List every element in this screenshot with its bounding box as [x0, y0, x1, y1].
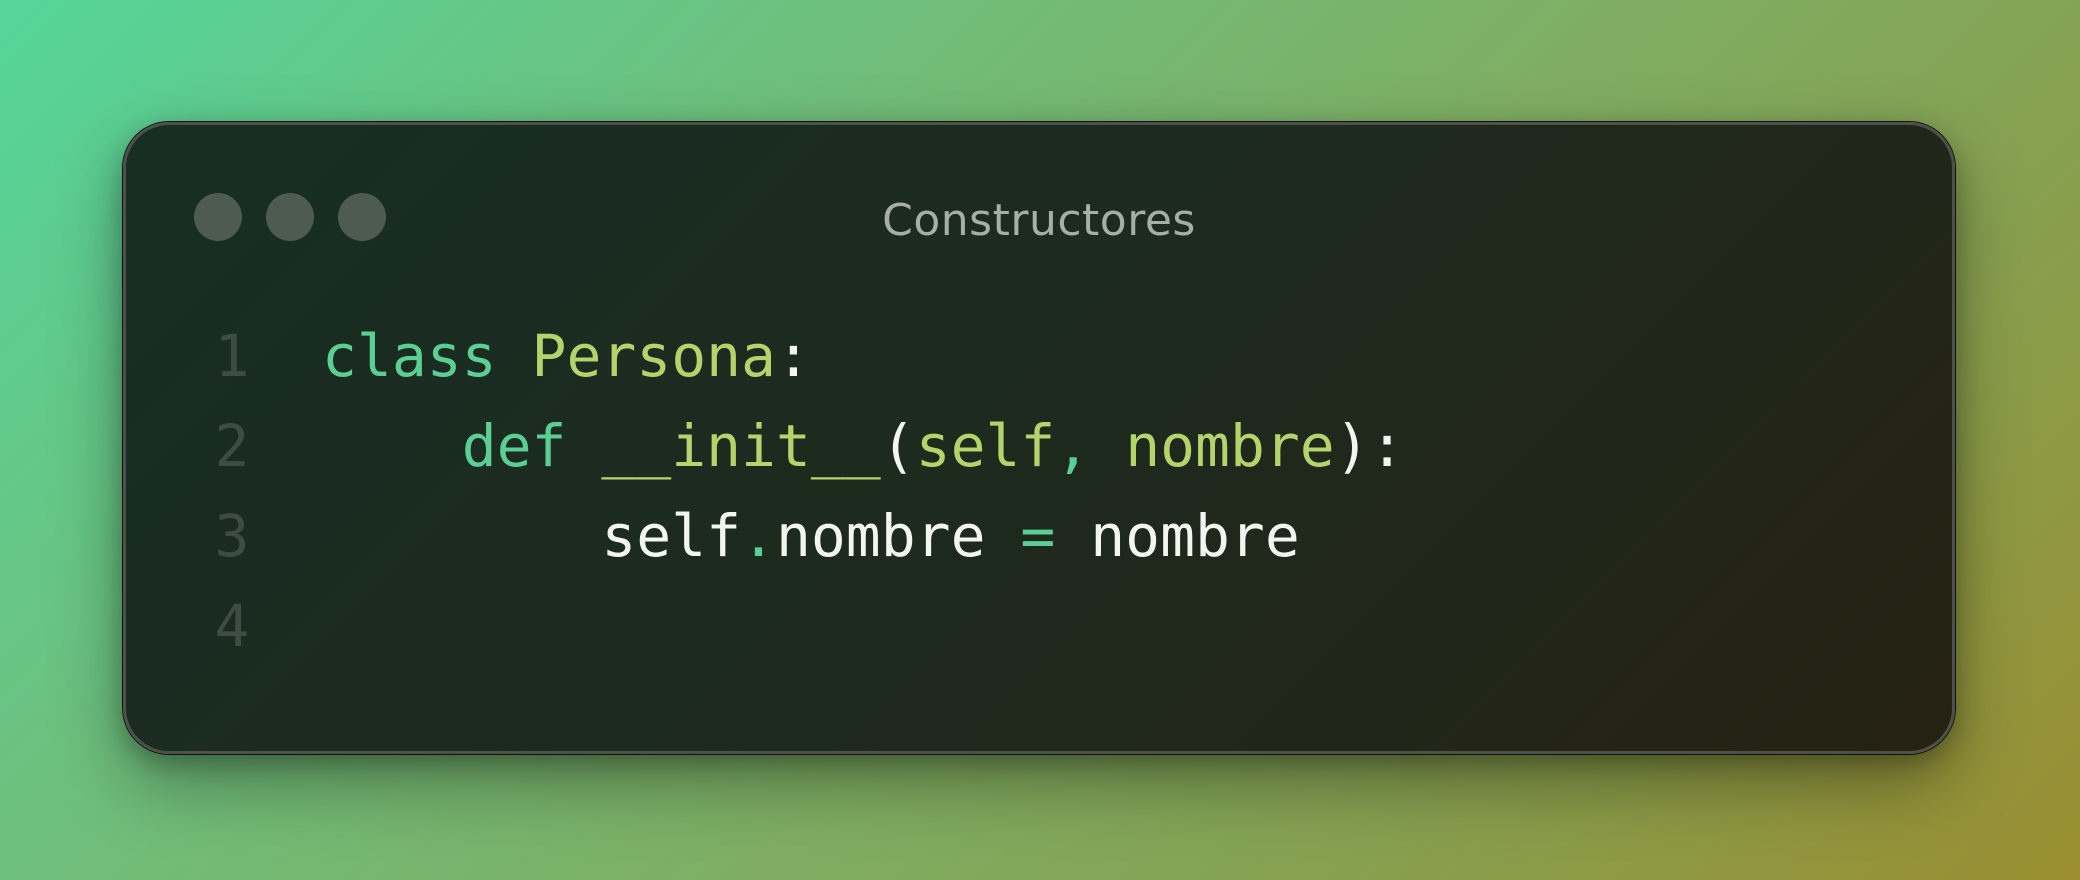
code-token: def: [461, 412, 567, 480]
code-token: class: [322, 322, 497, 390]
code-token: =: [1020, 502, 1056, 570]
code-token: nombre: [1125, 412, 1335, 480]
code-line: 4: [126, 581, 1952, 671]
code-line: 2 def __init__(self, nombre):: [126, 401, 1952, 491]
code-text: class Persona:: [322, 311, 811, 401]
code-editor: 1 class Persona: 2 def __init__(self, nomb…: [126, 311, 1952, 671]
code-line: 1 class Persona:: [126, 311, 1952, 401]
code-token: nombre: [775, 502, 986, 570]
window-title: Constructores: [882, 195, 1196, 246]
code-token: __init__: [601, 412, 881, 480]
line-number: 3: [214, 502, 250, 570]
code-token: Persona: [531, 322, 776, 390]
code-token: nombre: [1090, 502, 1300, 570]
code-token: self: [601, 502, 742, 570]
line-number: 2: [214, 412, 250, 480]
line-number: 1: [214, 322, 250, 390]
code-token: .: [741, 502, 776, 570]
code-window: Constructores 1 class Persona: 2 def __ini…: [123, 122, 1955, 754]
code-token: ):: [1334, 412, 1405, 480]
code-token: self: [915, 412, 1056, 480]
code-token: ,: [1055, 412, 1091, 480]
code-token: :: [775, 322, 811, 390]
code-line: 3 self.nombre = nombre: [126, 491, 1952, 581]
window-titlebar: Constructores: [126, 125, 1952, 315]
line-number: 4: [214, 592, 250, 660]
code-text: def __init__(self, nombre):: [322, 401, 1405, 491]
code-text: self.nombre = nombre: [322, 491, 1300, 581]
code-token: (: [880, 412, 916, 480]
